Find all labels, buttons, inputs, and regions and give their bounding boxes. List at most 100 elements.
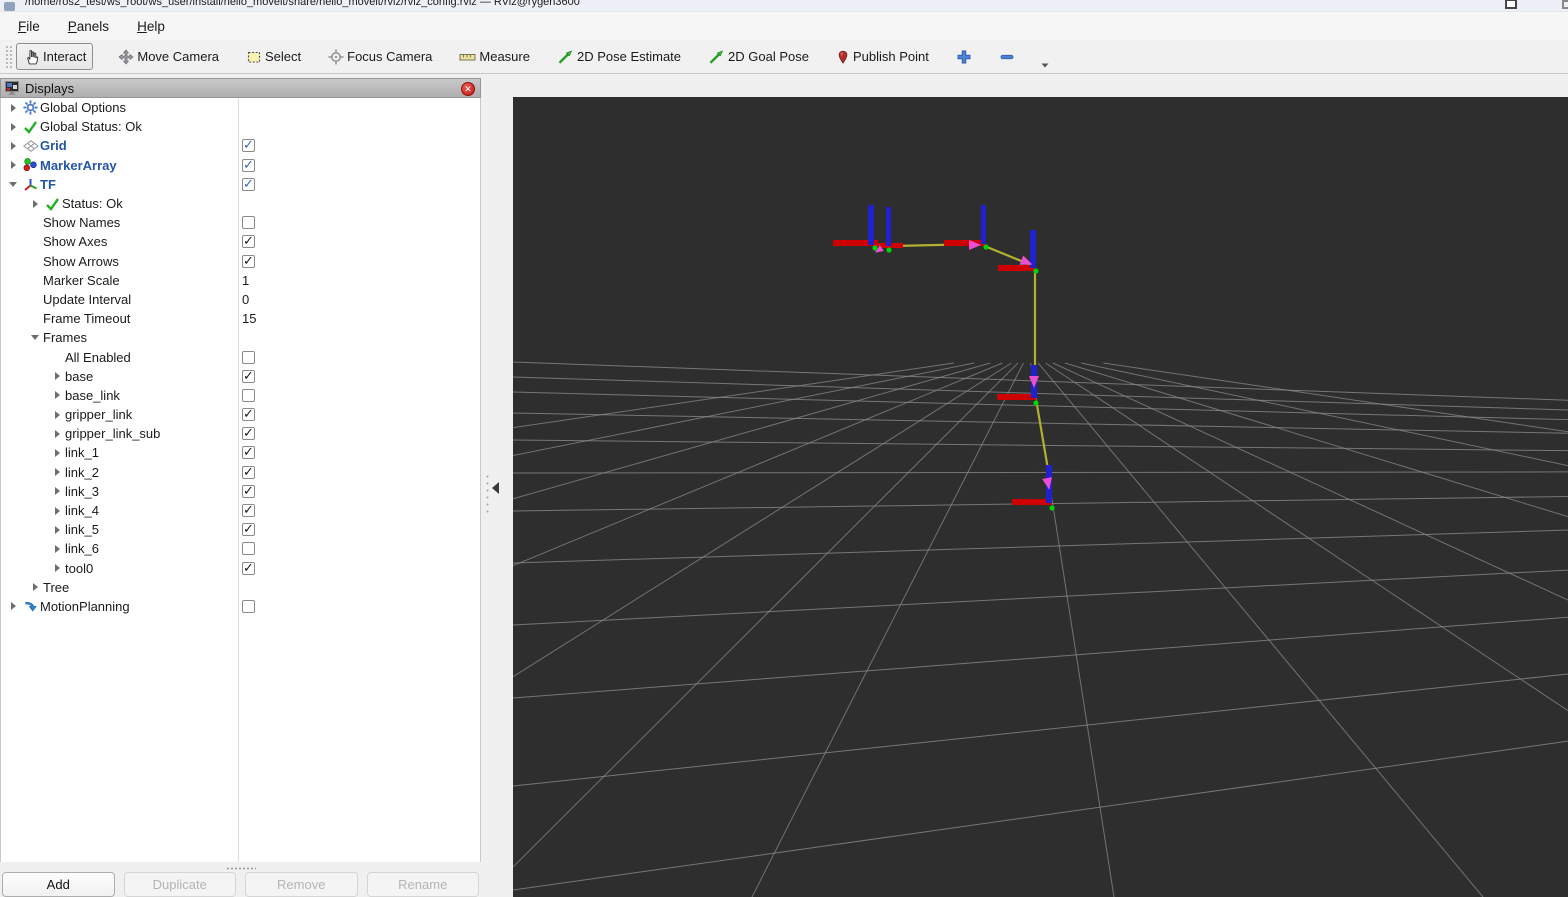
menu-panels[interactable]: Panels [58, 15, 119, 38]
expand-arrow-icon[interactable] [49, 506, 65, 515]
tool-focus-camera-button[interactable]: Focus Camera [321, 44, 439, 70]
checkbox-motionplanning[interactable] [242, 599, 255, 613]
checkbox-link-3[interactable]: ✓ [242, 482, 255, 498]
rename-button[interactable]: Rename [366, 872, 479, 897]
tree-row-link-2[interactable]: link_2 ✓ [1, 463, 480, 482]
collapse-arrow-icon[interactable] [5, 181, 21, 187]
checkbox-link-2[interactable]: ✓ [242, 464, 255, 479]
tree-row-tree[interactable]: Tree [1, 578, 480, 597]
tree-row-all-enabled[interactable]: All Enabled [1, 347, 480, 366]
tree-row-show-arrows[interactable]: Show Arrows ✓ [1, 252, 480, 271]
checkbox-base-link[interactable] [242, 388, 255, 402]
tree-row-gripper-link[interactable]: gripper_link ✓ [1, 405, 480, 424]
expand-arrow-icon[interactable] [49, 525, 65, 534]
expand-arrow-icon[interactable] [49, 468, 65, 477]
expand-arrow-icon[interactable] [49, 410, 65, 419]
checkbox-show-names[interactable] [242, 216, 255, 230]
tree-row-base[interactable]: base ✓ [1, 367, 480, 386]
expand-arrow-icon[interactable] [5, 161, 21, 170]
tree-row-link-4[interactable]: link_4 ✓ [1, 501, 480, 520]
expand-arrow-icon[interactable] [27, 199, 43, 208]
tree-row-show-names[interactable]: Show Names [1, 213, 480, 232]
menu-file[interactable]: File [8, 15, 50, 38]
checkbox-link-4[interactable]: ✓ [242, 502, 255, 518]
maximize-icon[interactable] [1505, 0, 1517, 9]
checkbox-grid[interactable]: ✓ [242, 137, 255, 153]
tool-remove-tool-minus-button[interactable] [992, 44, 1022, 70]
tool-add-tool-plus-button[interactable] [949, 44, 979, 70]
tree-row-update-interval[interactable]: Update Interval 0 [1, 290, 480, 309]
expand-arrow-icon[interactable] [5, 103, 21, 112]
collapse-arrow-icon[interactable] [27, 335, 43, 341]
tree-row-link-5[interactable]: link_5 ✓ [1, 520, 480, 539]
window-titlebar[interactable]: /home/ros2_test/ws_root/ws_user/install/… [0, 0, 1568, 12]
remove-button[interactable]: Remove [245, 872, 358, 897]
tree-row-tool0[interactable]: tool0 ✓ [1, 559, 480, 578]
checkbox-show-arrows[interactable]: ✓ [242, 253, 255, 268]
tool-2d-pose-estimate-button[interactable]: 2D Pose Estimate [550, 44, 688, 70]
expand-arrow-icon[interactable] [49, 564, 65, 573]
checkbox-base[interactable]: ✓ [242, 368, 255, 383]
expand-arrow-icon[interactable] [49, 391, 65, 400]
expand-arrow-icon[interactable] [49, 448, 65, 457]
tree-row-frame-timeout[interactable]: Frame Timeout 15 [1, 309, 480, 328]
expand-arrow-icon[interactable] [49, 429, 65, 438]
tree-row-grid[interactable]: Grid ✓ [1, 136, 480, 155]
collapse-panel-button[interactable] [492, 482, 499, 494]
tree-row-global-status-ok[interactable]: Global Status: Ok [1, 117, 480, 136]
checkbox-tool0[interactable]: ✓ [242, 560, 255, 575]
tool-interact-button[interactable]: Interact [16, 43, 94, 70]
tree-row-show-axes[interactable]: Show Axes ✓ [1, 232, 480, 251]
expand-arrow-icon[interactable] [5, 141, 21, 150]
tree-row-motionplanning[interactable]: MotionPlanning [1, 597, 480, 616]
checkbox-gripper-link-sub[interactable]: ✓ [242, 425, 255, 441]
tree-row-markerarray[interactable]: MarkerArray ✓ [1, 156, 480, 175]
expand-arrow-icon[interactable] [49, 544, 65, 553]
tree-row-base-link[interactable]: base_link [1, 386, 480, 405]
displays-panel-header[interactable]: Displays ✕ [0, 78, 481, 98]
tree-row-marker-scale[interactable]: Marker Scale 1 [1, 271, 480, 290]
tree-row-link-6[interactable]: link_6 [1, 539, 480, 558]
tool-publish-point-button[interactable]: Publish Point [829, 44, 936, 70]
tree-row-tf[interactable]: TF ✓ [1, 175, 480, 194]
add-button[interactable]: Add [2, 872, 115, 897]
checkbox-link-6[interactable] [242, 542, 255, 556]
tool-2d-goal-pose-button[interactable]: 2D Goal Pose [701, 44, 816, 70]
duplicate-button[interactable]: Duplicate [123, 872, 236, 897]
expand-arrow-icon[interactable] [27, 583, 43, 592]
checkbox-all-enabled[interactable] [242, 350, 255, 364]
checkmark-icon: ✓ [243, 425, 254, 441]
expand-arrow-icon[interactable] [5, 602, 21, 611]
expand-arrow-icon[interactable] [49, 372, 65, 381]
tree-row-link-3[interactable]: link_3 ✓ [1, 482, 480, 501]
toolbar-drag-handle[interactable] [5, 44, 12, 69]
checkbox-markerarray[interactable]: ✓ [242, 157, 255, 172]
tree-row-global-options[interactable]: Global Options [1, 98, 480, 117]
checkbox-link-5[interactable]: ✓ [242, 521, 255, 537]
panel-splitter[interactable] [481, 78, 513, 897]
tree-row-frames[interactable]: Frames [1, 328, 480, 347]
property-value[interactable]: 15 [242, 311, 256, 326]
tree-resize-handle[interactable] [0, 864, 481, 872]
checkbox-show-axes[interactable]: ✓ [242, 233, 255, 249]
tool-measure-button[interactable]: Measure [452, 44, 537, 70]
expand-arrow-icon[interactable] [5, 122, 21, 131]
property-value[interactable]: 1 [242, 273, 249, 288]
expand-arrow-icon[interactable] [49, 487, 65, 496]
toolbar-overflow-chevron-icon[interactable] [1041, 55, 1049, 73]
property-value[interactable]: 0 [242, 292, 249, 307]
window-control-icon[interactable] [1562, 0, 1568, 9]
checkbox-gripper-link[interactable]: ✓ [242, 406, 255, 422]
tool-label: Publish Point [852, 49, 929, 64]
checkbox-link-1[interactable]: ✓ [242, 444, 255, 460]
tool-move-camera-button[interactable]: Move Camera [111, 44, 226, 70]
close-panel-icon[interactable]: ✕ [461, 82, 475, 96]
tree-row-gripper-link-sub[interactable]: gripper_link_sub ✓ [1, 424, 480, 443]
tool-select-button[interactable]: Select [239, 44, 308, 70]
checkmark-icon: ✓ [243, 482, 254, 498]
tree-row-status-ok[interactable]: Status: Ok [1, 194, 480, 213]
menu-help[interactable]: Help [127, 15, 175, 38]
render-viewport-3d[interactable] [513, 97, 1568, 897]
checkbox-tf[interactable]: ✓ [242, 176, 255, 191]
tree-row-link-1[interactable]: link_1 ✓ [1, 443, 480, 462]
